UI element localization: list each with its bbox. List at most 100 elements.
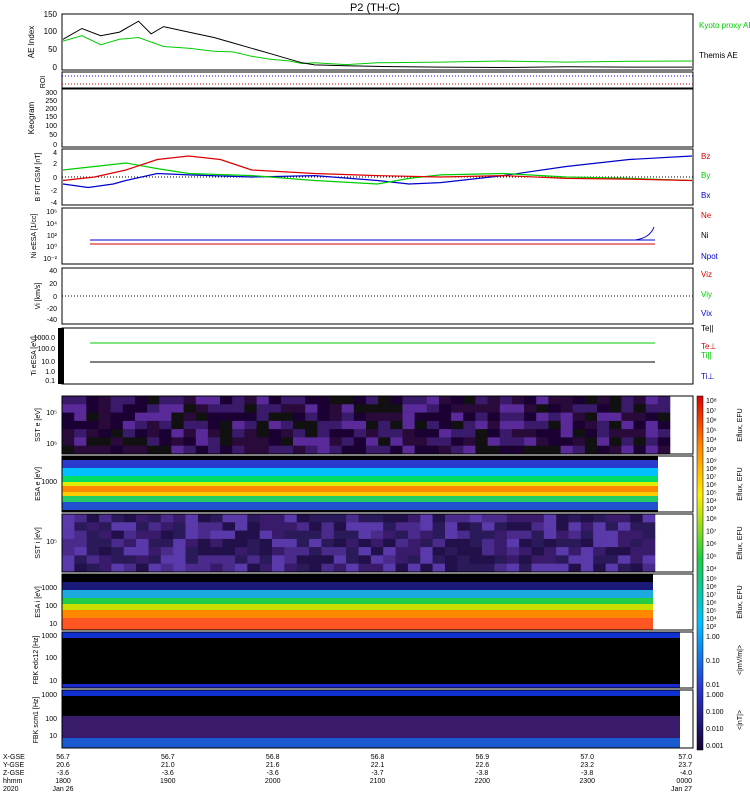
- spectrogram-cell: [197, 547, 211, 556]
- spectrogram-cell: [220, 429, 233, 438]
- spectrogram-cell: [148, 530, 162, 540]
- spectrogram-cell: [62, 514, 75, 523]
- b-field-legend-by: By: [701, 171, 710, 180]
- colorbar-tick: 10⁸: [706, 466, 717, 473]
- spectrogram-cell: [268, 412, 282, 422]
- fbk-magnetic-ylabel: FBK scm1 [Hz]: [33, 697, 40, 744]
- spectrogram-cell: [593, 538, 606, 548]
- spectrogram-cell: [321, 555, 335, 564]
- spectrogram-cell: [86, 530, 100, 540]
- spectrogram-cell: [494, 555, 508, 564]
- spectrogram-cell: [499, 412, 513, 422]
- spectrogram-cell: [597, 396, 610, 405]
- spectrogram-cell: [597, 437, 610, 446]
- spectrogram-cell: [256, 404, 270, 413]
- temperature-legend-te-par: Te||: [701, 324, 714, 333]
- spectrogram-cell: [272, 522, 285, 531]
- x-tick-label: -3.8: [581, 770, 593, 777]
- spectrogram-cell: [159, 429, 172, 438]
- spectrogram-cell: [383, 522, 396, 531]
- spectrogram-cell: [197, 555, 211, 564]
- spectrogram-cell: [353, 429, 367, 438]
- spectrogram-cell: [346, 522, 359, 531]
- spectrogram-cell: [370, 530, 384, 540]
- spectrogram-cell: [451, 420, 464, 430]
- spectrogram-cell: [432, 522, 446, 531]
- spectrogram-cell: [572, 404, 586, 413]
- spectrogram-cell: [207, 429, 221, 438]
- sst-electron-panel: SST e [eV] 10⁶ 10⁵: [35, 395, 694, 455]
- spectrogram-cell: [210, 530, 223, 540]
- spectrogram-cell: [366, 396, 379, 405]
- velocity-legend-vix: Vix: [701, 309, 712, 318]
- keogram-ytick: 150: [45, 114, 57, 121]
- spectrogram-cell: [280, 429, 294, 438]
- spectrogram-cell: [358, 514, 372, 523]
- spectrogram-cell: [597, 420, 610, 430]
- spectrogram-cell: [609, 445, 622, 455]
- colorbar-tick: 0.010: [706, 726, 724, 733]
- spectrogram-cell: [511, 396, 525, 405]
- x-tick-label: -3.6: [267, 770, 279, 777]
- spectrogram-cell: [232, 429, 245, 438]
- spectrogram-cell: [568, 555, 582, 564]
- spectrogram-cell: [309, 563, 322, 573]
- spectrogram-cell: [148, 538, 162, 548]
- spectrogram-cell: [511, 429, 525, 438]
- spectrogram-cell: [451, 396, 464, 405]
- spectrogram-cell: [207, 445, 221, 455]
- spectrogram-cell: [148, 563, 162, 573]
- spectrogram-cell: [445, 555, 458, 564]
- colorbar-tick: 10⁴: [706, 566, 717, 573]
- spectrogram-cell: [346, 555, 359, 564]
- spectrogram-cell: [256, 437, 270, 446]
- spectrogram-cell: [358, 522, 372, 531]
- spectrogram-cell: [62, 555, 75, 564]
- spectrogram-cell: [407, 538, 421, 548]
- spectrogram-cell: [543, 563, 557, 573]
- spectrogram-cell: [159, 396, 172, 405]
- esa-ion-ytick: 1000: [41, 585, 57, 592]
- colorbar-tick: 0.001: [706, 743, 724, 750]
- spectrogram-cell: [482, 530, 495, 540]
- spectrogram-cell: [98, 420, 111, 430]
- spectrogram-cell: [395, 538, 409, 548]
- spectrogram-cell: [556, 563, 569, 573]
- x-row-label: Y-GSE: [3, 762, 24, 769]
- spectrogram-cell: [475, 437, 488, 446]
- spectrogram-cell: [210, 514, 223, 523]
- spectrogram-cell: [630, 555, 643, 564]
- spectrogram-cell: [487, 412, 501, 422]
- spectrogram-cell: [122, 396, 136, 405]
- spectrogram-cell: [536, 404, 549, 413]
- density-legend-npot: Npot: [701, 252, 719, 261]
- spectrogram-cell: [329, 404, 342, 413]
- spectrogram-cell: [531, 522, 545, 531]
- spectrogram-cell: [366, 445, 379, 455]
- spectrogram-cell: [645, 445, 659, 455]
- spectrogram-cell: [284, 538, 298, 548]
- colorbar-tick: 0.10: [706, 658, 720, 665]
- spectrogram-cell: [439, 445, 452, 455]
- spectrogram-cell: [519, 538, 532, 548]
- spectrogram-cell: [333, 538, 347, 548]
- spectrogram-cell: [293, 412, 306, 422]
- spectrogram-cell: [469, 522, 483, 531]
- spectrogram-cell: [487, 420, 501, 430]
- spectrogram-cell: [353, 445, 367, 455]
- spectrogram-cell: [309, 514, 322, 523]
- b-field-ytick: 0: [53, 175, 57, 182]
- spectrogram-cell: [370, 538, 384, 548]
- spectrogram-cell: [74, 538, 88, 548]
- spectrogram-cell: [494, 522, 508, 531]
- spectrogram-cell: [122, 429, 136, 438]
- spectrogram-cell: [358, 563, 372, 573]
- spectrogram-cell: [296, 514, 310, 523]
- spectrogram-cell: [469, 555, 483, 564]
- spectrogram-cell: [390, 404, 403, 413]
- spectrogram-cell: [197, 522, 211, 531]
- colorbar-label: Eflux, EFU: [737, 526, 744, 559]
- spectrogram-cell: [232, 445, 245, 455]
- ae-ylabel: AE Index: [27, 26, 36, 58]
- colorbar-tick: 1.00: [706, 634, 720, 641]
